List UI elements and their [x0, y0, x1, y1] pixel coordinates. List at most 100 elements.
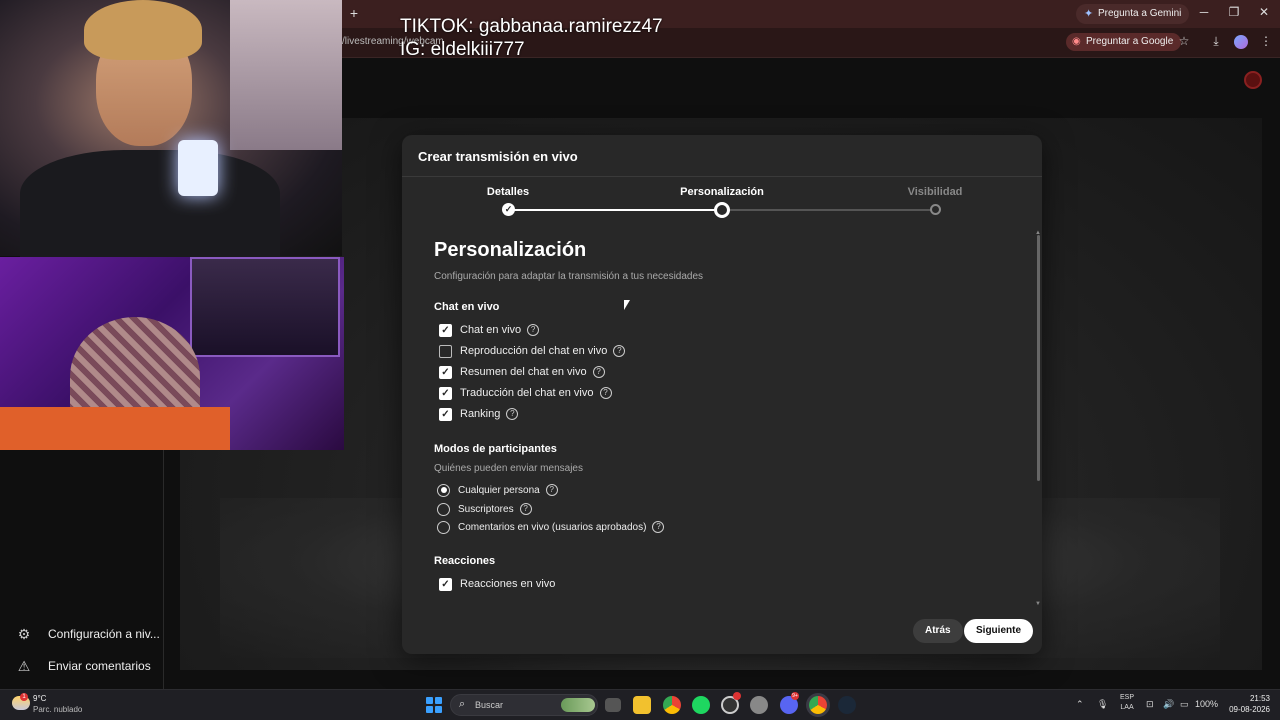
webcam-second	[0, 257, 344, 450]
webcam-microphone	[178, 140, 218, 196]
help-icon[interactable]: ?	[527, 324, 540, 336]
page-heading: Personalización	[434, 239, 587, 261]
overlay-instagram: IG: eldelkiii777	[400, 39, 525, 60]
checkbox-label: Ranking	[460, 408, 501, 420]
lang-layout: LAA	[1120, 704, 1134, 711]
minimize-button[interactable]: ─	[1194, 5, 1214, 19]
obs-badge	[733, 692, 741, 700]
profile-avatar[interactable]	[1234, 35, 1248, 49]
gemini-icon: ✦	[1084, 8, 1094, 20]
create-stream-dialog: Crear transmisión en vivo Detalles Perso…	[402, 135, 1042, 654]
ask-google-label: Preguntar a Google	[1086, 36, 1174, 47]
start-button[interactable]	[426, 697, 442, 713]
dialog-scrollbar[interactable]	[1037, 235, 1040, 481]
help-icon[interactable]: ?	[599, 387, 612, 399]
search-icon: ⌕	[459, 698, 466, 710]
back-button[interactable]: Atrás	[913, 619, 963, 643]
webcam-body	[20, 150, 280, 260]
webcam-wall	[230, 0, 342, 150]
spotify-icon[interactable]	[692, 696, 710, 714]
taskbar-search[interactable]: ⌕ Buscar	[450, 694, 598, 716]
help-icon[interactable]: ?	[545, 484, 558, 496]
help-icon[interactable]: ?	[613, 345, 626, 357]
sidebar-item-label: Enviar comentarios	[48, 659, 151, 673]
checkbox-checked-icon[interactable]: ✓	[439, 323, 452, 337]
help-icon[interactable]: ?	[592, 366, 605, 378]
account-avatar[interactable]	[1244, 71, 1262, 89]
checkbox-chat-replay[interactable]: Reproducción del chat en vivo ?	[439, 343, 626, 359]
task-view-icon[interactable]	[605, 698, 621, 712]
checkbox-checked-icon[interactable]: ✓	[439, 365, 452, 379]
language-indicator[interactable]: ESP LAA	[1120, 693, 1134, 713]
step-personalization[interactable]: Personalización	[680, 186, 764, 198]
webcam-shirt	[0, 407, 230, 450]
browser-menu-icon[interactable]: ⋮	[1258, 34, 1274, 48]
volume-icon[interactable]: 🔊	[1163, 699, 1174, 710]
participants-section-title: Modos de participantes	[434, 443, 557, 455]
radio-subscribers[interactable]: Suscriptores ?	[437, 501, 532, 517]
file-explorer-icon[interactable]	[633, 696, 651, 714]
radio-label: Cualquier persona	[458, 484, 540, 496]
step-details[interactable]: Detalles	[487, 186, 529, 198]
reactions-section-title: Reacciones	[434, 555, 496, 567]
step-current-dot	[714, 202, 730, 218]
checkbox-checked-icon[interactable]: ✓	[439, 407, 452, 421]
help-icon[interactable]: ?	[652, 521, 665, 533]
lens-icon: ◉	[1072, 36, 1081, 47]
weather-temperature: 9°C	[33, 694, 47, 703]
radio-anyone[interactable]: Cualquier persona ?	[437, 482, 558, 498]
restore-button[interactable]: ❐	[1224, 5, 1244, 19]
download-icon[interactable]: ⤓	[1208, 34, 1224, 49]
bookmark-star-icon[interactable]: ☆	[1176, 34, 1192, 48]
sidebar-item-settings[interactable]: ⚙ Configuración a niv...	[16, 624, 160, 644]
help-icon[interactable]: ?	[506, 408, 519, 420]
checkbox-ranking[interactable]: ✓ Ranking ?	[439, 406, 519, 422]
gemini-label: Pregunta a Gemini	[1098, 8, 1182, 19]
chat-section-title: Chat en vivo	[434, 301, 500, 313]
webcam-hair	[84, 0, 202, 60]
chrome-icon[interactable]	[663, 696, 681, 714]
sidebar-item-feedback[interactable]: ⚠ Enviar comentarios	[16, 656, 151, 676]
close-window-button[interactable]: ✕	[1254, 5, 1274, 19]
radio-unselected-icon[interactable]	[437, 520, 450, 534]
battery-icon[interactable]: ▭	[1180, 699, 1189, 710]
checkbox-chat-summary[interactable]: ✓ Resumen del chat en vivo ?	[439, 364, 605, 380]
radio-approved-users[interactable]: Comentarios en vivo (usuarios aprobados)…	[437, 519, 665, 535]
checkbox-checked-icon[interactable]: ✓	[439, 386, 452, 400]
step-pending-dot	[930, 204, 941, 215]
page-subtitle: Configuración para adaptar la transmisió…	[434, 271, 704, 282]
clock[interactable]: 21:53 09-08-2026	[1222, 693, 1270, 715]
radio-label: Comentarios en vivo (usuarios aprobados)	[458, 521, 647, 533]
ask-google-button[interactable]: ◉ Preguntar a Google	[1066, 33, 1182, 51]
checkbox-live-chat[interactable]: ✓ Chat en vivo ?	[439, 322, 540, 338]
checkbox-label: Traducción del chat en vivo	[460, 387, 594, 399]
clock-time: 21:53	[1249, 694, 1270, 703]
taskbar: 1 9°C Parc. nublado ⌕ Buscar 9+ ⌃ 🎙 ESP L…	[0, 689, 1280, 720]
scroll-down-icon[interactable]: ▼	[1035, 601, 1041, 607]
step-done-check-icon: ✓	[502, 203, 515, 216]
chrome-active-icon[interactable]	[809, 696, 827, 714]
overlay-tiktok: TIKTOK: gabbanaa.ramirezz47	[400, 16, 663, 37]
next-button[interactable]: Siguiente	[964, 619, 1034, 643]
stepper-line-pending	[722, 209, 935, 211]
checkbox-checked-icon[interactable]: ✓	[439, 577, 452, 591]
mouse-cursor-icon	[624, 300, 630, 310]
help-icon[interactable]: ?	[519, 503, 532, 515]
network-icon[interactable]: ⊡	[1146, 699, 1154, 710]
gemini-button[interactable]: ✦ Pregunta a Gemini	[1076, 4, 1190, 24]
dialog-content[interactable]: Personalización Configuración para adapt…	[402, 233, 1042, 607]
steam-icon[interactable]	[838, 696, 856, 714]
checkbox-unchecked-icon[interactable]	[439, 344, 452, 358]
settings-app-icon[interactable]	[750, 696, 768, 714]
sidebar-divider	[163, 450, 164, 690]
radio-unselected-icon[interactable]	[437, 502, 450, 516]
checkbox-live-reactions[interactable]: ✓ Reacciones en vivo	[439, 576, 555, 592]
checkbox-label: Chat en vivo	[460, 324, 522, 336]
new-tab-button[interactable]: +	[346, 5, 362, 21]
tray-overflow-icon[interactable]: ⌃	[1076, 699, 1084, 710]
webcam-window	[190, 257, 340, 357]
checkbox-chat-translation[interactable]: ✓ Traducción del chat en vivo ?	[439, 385, 612, 401]
weather-condition: Parc. nublado	[33, 705, 83, 714]
radio-selected-icon[interactable]	[437, 483, 450, 497]
microphone-icon[interactable]: 🎙	[1097, 699, 1108, 710]
